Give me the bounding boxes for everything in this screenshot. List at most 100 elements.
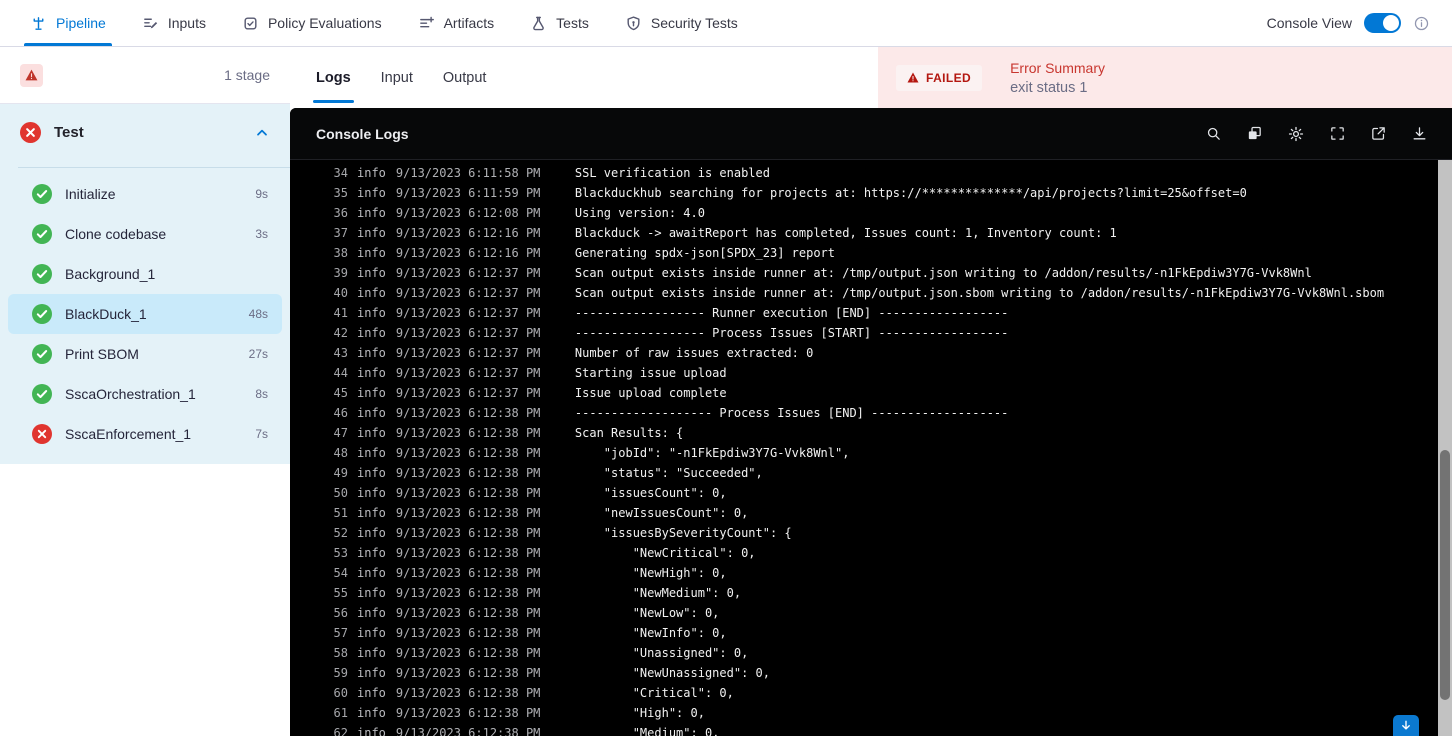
log-level: info [357, 266, 386, 280]
log-level: info [357, 606, 386, 620]
scroll-to-bottom-button[interactable] [1393, 715, 1419, 736]
log-line: 36 info 9/13/2023 6:12:08 PM Using versi… [290, 203, 1452, 223]
step-status-icon [32, 384, 52, 404]
fullscreen-icon[interactable] [1329, 125, 1346, 142]
log-line-number: 55 [333, 586, 348, 600]
log-message: "Critical": 0, [574, 686, 734, 700]
log-level: info [357, 166, 386, 180]
tab-security-tests[interactable]: Security Tests [625, 0, 738, 46]
log-timestamp: 9/13/2023 6:12:38 PM [395, 506, 541, 520]
tab-policy-evaluations[interactable]: Policy Evaluations [242, 0, 382, 46]
step-row[interactable]: Initialize 9s [8, 174, 282, 214]
log-timestamp: 9/13/2023 6:12:38 PM [395, 566, 541, 580]
log-line-number: 60 [333, 686, 348, 700]
log-timestamp: 9/13/2023 6:12:38 PM [395, 666, 541, 680]
copy-icon[interactable] [1246, 125, 1263, 142]
step-name: Print SBOM [65, 346, 139, 362]
log-level: info [357, 486, 386, 500]
log-timestamp: 9/13/2023 6:12:37 PM [395, 286, 541, 300]
step-row[interactable]: SscaOrchestration_1 8s [8, 374, 282, 414]
success-check-icon [32, 184, 52, 204]
step-duration: 27s [248, 347, 268, 361]
step-row[interactable]: SscaEnforcement_1 7s [8, 414, 282, 454]
search-icon[interactable] [1205, 125, 1222, 142]
log-timestamp: 9/13/2023 6:12:38 PM [395, 486, 541, 500]
log-message: "status": "Succeeded", [574, 466, 763, 480]
log-line: 37 info 9/13/2023 6:12:16 PM Blackduck -… [290, 223, 1452, 243]
log-line: 62 info 9/13/2023 6:12:38 PM "Medium": 0… [290, 723, 1452, 736]
step-status-icon [32, 224, 52, 244]
step-duration: 3s [255, 227, 268, 241]
success-check-icon [32, 224, 52, 244]
step-row[interactable]: Background_1 [8, 254, 282, 294]
open-in-new-icon[interactable] [1370, 125, 1387, 142]
log-timestamp: 9/13/2023 6:12:38 PM [395, 726, 541, 736]
log-tab-bar: Logs Input Output FAILED Error Summary e… [290, 47, 1452, 108]
log-scrollbar-thumb[interactable] [1440, 450, 1450, 700]
tab-artifacts[interactable]: Artifacts [418, 0, 495, 46]
log-scrollbar-track[interactable] [1438, 160, 1452, 736]
log-line: 47 info 9/13/2023 6:12:38 PM Scan Result… [290, 423, 1452, 443]
step-row[interactable]: Clone codebase 3s [8, 214, 282, 254]
step-details: Logs Input Output FAILED Error Summary e… [290, 47, 1452, 736]
settings-gear-icon[interactable] [1287, 125, 1305, 143]
log-timestamp: 9/13/2023 6:12:38 PM [395, 466, 541, 480]
log-line: 43 info 9/13/2023 6:12:37 PM Number of r… [290, 343, 1452, 363]
log-line-number: 41 [333, 306, 348, 320]
console-logs-panel: Console Logs 34 info 9/13/2023 6:11:58 P… [290, 108, 1452, 736]
step-status-icon [32, 304, 52, 324]
arrow-down-icon [1402, 720, 1410, 730]
stage-header[interactable]: Test [0, 104, 290, 161]
log-tab[interactable]: Logs [313, 47, 354, 108]
log-line-number: 49 [333, 466, 348, 480]
log-line-number: 40 [333, 286, 348, 300]
step-status-icon [32, 264, 52, 284]
log-timestamp: 9/13/2023 6:12:38 PM [395, 686, 541, 700]
log-line: 60 info 9/13/2023 6:12:38 PM "Critical":… [290, 683, 1452, 703]
log-level: info [357, 226, 386, 240]
console-view-toggle[interactable] [1364, 13, 1401, 33]
tab-inputs[interactable]: Inputs [142, 0, 206, 46]
log-message: "NewHigh": 0, [574, 566, 727, 580]
log-line: 48 info 9/13/2023 6:12:38 PM "jobId": "-… [290, 443, 1452, 463]
log-timestamp: 9/13/2023 6:12:37 PM [395, 366, 541, 380]
log-level: info [357, 246, 386, 260]
success-check-icon [32, 304, 52, 324]
log-line-number: 36 [333, 206, 348, 220]
log-level: info [357, 526, 386, 540]
download-icon[interactable] [1411, 125, 1428, 142]
log-tab[interactable]: Input [381, 47, 413, 108]
log-timestamp: 9/13/2023 6:12:08 PM [395, 206, 541, 220]
log-timestamp: 9/13/2023 6:12:37 PM [395, 326, 541, 340]
chevron-up-icon[interactable] [254, 125, 270, 141]
step-row[interactable]: Print SBOM 27s [8, 334, 282, 374]
error-summary-title: Error Summary [1010, 59, 1105, 76]
log-message: Blackduckhub searching for projects at: … [574, 186, 1247, 200]
tab-tests[interactable]: Tests [530, 0, 589, 46]
tab-label: Tests [556, 15, 589, 31]
log-level: info [357, 506, 386, 520]
log-level: info [357, 206, 386, 220]
log-line-number: 35 [333, 186, 348, 200]
tab-label: Artifacts [443, 15, 495, 31]
tab-label: Security Tests [650, 15, 738, 31]
log-timestamp: 9/13/2023 6:12:37 PM [395, 346, 541, 360]
info-icon[interactable] [1413, 15, 1430, 32]
log-timestamp: 9/13/2023 6:12:16 PM [395, 246, 541, 260]
log-level: info [357, 706, 386, 720]
step-name: Clone codebase [65, 226, 167, 242]
error-summary-message: exit status 1 [1010, 79, 1088, 96]
log-line-number: 62 [333, 726, 348, 736]
log-line: 46 info 9/13/2023 6:12:38 PM -----------… [290, 403, 1452, 423]
step-name: Initialize [65, 186, 116, 202]
log-line: 61 info 9/13/2023 6:12:38 PM "High": 0, [290, 703, 1452, 723]
tab-pipeline[interactable]: Pipeline [24, 0, 112, 46]
log-timestamp: 9/13/2023 6:12:38 PM [395, 646, 541, 660]
console-header: Console Logs [290, 108, 1452, 160]
log-tab[interactable]: Output [443, 47, 487, 108]
log-line: 41 info 9/13/2023 6:12:37 PM -----------… [290, 303, 1452, 323]
step-row[interactable]: BlackDuck_1 48s [8, 294, 282, 334]
log-line: 45 info 9/13/2023 6:12:37 PM Issue uploa… [290, 383, 1452, 403]
log-line: 34 info 9/13/2023 6:11:58 PM SSL verific… [290, 163, 1452, 183]
execution-sidebar: 1 stage Test Initialize 9s Clone codebas… [0, 47, 290, 736]
